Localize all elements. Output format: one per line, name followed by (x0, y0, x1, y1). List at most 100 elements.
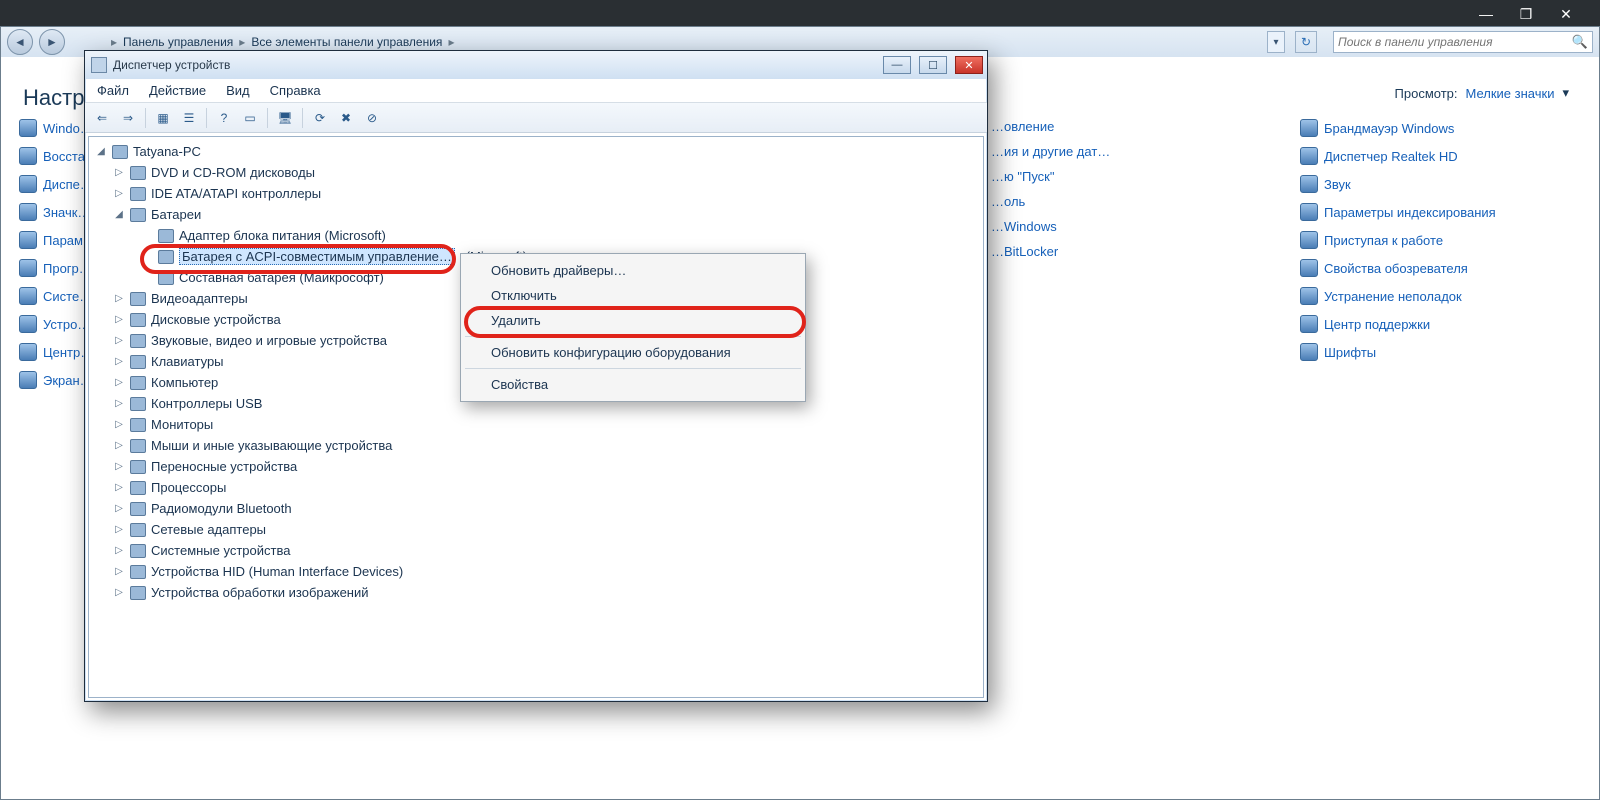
tree-category[interactable]: ▷Устройства обработки изображений (89, 582, 983, 603)
window-title: Диспетчер устройств (113, 58, 230, 72)
parent-minimize-button[interactable]: — (1476, 6, 1496, 22)
cp-item[interactable]: Брандмауэр Windows (1300, 119, 1579, 137)
context-menu: Обновить драйверы… Отключить Удалить Обн… (460, 253, 806, 402)
device-tree[interactable]: ◢Tatyana-PC ▷DVD и CD-ROM дисководы ▷IDE… (88, 136, 984, 698)
disable-icon[interactable]: ⊘ (361, 107, 383, 129)
address-dropdown-button[interactable]: ▾ (1267, 31, 1285, 53)
cp-item[interactable]: Звук (1300, 175, 1579, 193)
nav-back-icon[interactable]: ⇐ (91, 107, 113, 129)
cp-item[interactable]: Устранение неполадок (1300, 287, 1579, 305)
cp-item[interactable]: Параметры индексирования (1300, 203, 1579, 221)
cp-icon (19, 119, 37, 137)
cp-item[interactable]: Шрифты (1300, 343, 1579, 361)
menubar[interactable]: Файл Действие Вид Справка (85, 79, 987, 103)
search-icon: 🔍 (1572, 34, 1588, 50)
cp-icon (1300, 119, 1318, 137)
cp-item[interactable]: Центр поддержки (1300, 315, 1579, 333)
cp-item[interactable]: …ия и другие дат… (991, 144, 1270, 159)
cp-icon (1300, 203, 1318, 221)
computer-icon (129, 375, 147, 391)
uninstall-icon[interactable]: ✖ (335, 107, 357, 129)
cp-item[interactable]: …ю "Пуск" (991, 169, 1270, 184)
cp-item[interactable]: Диспетчер Realtek HD (1300, 147, 1579, 165)
cp-item[interactable]: …Windows (991, 219, 1270, 234)
cp-icon (19, 175, 37, 193)
ctx-separator (465, 368, 801, 369)
cp-item[interactable]: Свойства обозревателя (1300, 259, 1579, 277)
cp-icon (1300, 343, 1318, 361)
sound-icon (129, 333, 147, 349)
cpu-icon (129, 480, 147, 496)
cp-items-mid: …овление …ия и другие дат… …ю "Пуск" …ол… (991, 119, 1270, 361)
cp-icon (1300, 315, 1318, 333)
cp-item[interactable]: …овление (991, 119, 1270, 134)
parent-close-button[interactable]: ✕ (1556, 6, 1576, 22)
parent-restore-button[interactable]: ❐ (1516, 6, 1536, 22)
action-icon[interactable]: ▭ (239, 107, 261, 129)
ctx-disable[interactable]: Отключить (461, 283, 805, 308)
imaging-icon (129, 585, 147, 601)
nav-fwd-button[interactable]: ► (39, 29, 65, 55)
titlebar[interactable]: Диспетчер устройств — ☐ ✕ (85, 51, 987, 79)
cp-icon (1300, 147, 1318, 165)
cp-icon (19, 315, 37, 333)
ctx-separator (465, 336, 801, 337)
tree-category[interactable]: ▷IDE ATA/ATAPI контроллеры (89, 183, 983, 204)
menu-help[interactable]: Справка (270, 83, 321, 98)
scan-hardware-icon[interactable]: 🖥 (274, 107, 296, 129)
menu-view[interactable]: Вид (226, 83, 250, 98)
menu-file[interactable]: Файл (97, 83, 129, 98)
tree-category[interactable]: ▷Переносные устройства (89, 456, 983, 477)
maximize-button[interactable]: ☐ (919, 56, 947, 74)
breadcrumb-item[interactable]: Панель управления (117, 35, 239, 49)
cp-icon (19, 287, 37, 305)
tree-category[interactable]: ▷Системные устройства (89, 540, 983, 561)
nav-back-button[interactable]: ◄ (7, 29, 33, 55)
ctx-properties[interactable]: Свойства (461, 372, 805, 397)
view-label: Просмотр: (1395, 86, 1458, 101)
properties-icon[interactable]: ☰ (178, 107, 200, 129)
tree-category-batteries[interactable]: ◢Батареи (89, 204, 983, 225)
tree-device[interactable]: Адаптер блока питания (Microsoft) (89, 225, 983, 246)
ctx-scan-hardware[interactable]: Обновить конфигурацию оборудования (461, 340, 805, 365)
nav-fwd-icon[interactable]: ⇒ (117, 107, 139, 129)
hid-icon (129, 564, 147, 580)
tree-category[interactable]: ▷Сетевые адаптеры (89, 519, 983, 540)
cp-icon (1300, 231, 1318, 249)
search-input[interactable] (1338, 35, 1572, 49)
cp-item[interactable]: Приступая к работе (1300, 231, 1579, 249)
help-icon[interactable]: ? (213, 107, 235, 129)
app-icon (91, 57, 107, 73)
ctx-update-drivers[interactable]: Обновить драйверы… (461, 258, 805, 283)
tree-category[interactable]: ▷Устройства HID (Human Interface Devices… (89, 561, 983, 582)
ide-icon (129, 186, 147, 202)
tree-category[interactable]: ▷DVD и CD-ROM дисководы (89, 162, 983, 183)
view-selector[interactable]: Просмотр: Мелкие значки ▾ (1395, 85, 1569, 101)
update-driver-icon[interactable]: ⟳ (309, 107, 331, 129)
tree-category[interactable]: ▷Мониторы (89, 414, 983, 435)
battery-icon (129, 207, 147, 223)
close-button[interactable]: ✕ (955, 56, 983, 74)
network-icon (129, 522, 147, 538)
show-hide-tree-icon[interactable]: ▦ (152, 107, 174, 129)
tree-root[interactable]: ◢Tatyana-PC (89, 141, 983, 162)
cp-item[interactable]: …оль (991, 194, 1270, 209)
usb-icon (129, 396, 147, 412)
menu-action[interactable]: Действие (149, 83, 206, 98)
tree-category[interactable]: ▷Процессоры (89, 477, 983, 498)
search-box[interactable]: 🔍 (1333, 31, 1593, 53)
computer-icon (111, 144, 129, 160)
system-icon (129, 543, 147, 559)
refresh-button[interactable]: ↻ (1295, 31, 1317, 53)
tree-category[interactable]: ▷Радиомодули Bluetooth (89, 498, 983, 519)
tree-category[interactable]: ▷Мыши и иные указывающие устройства (89, 435, 983, 456)
chevron-down-icon: ▾ (1562, 85, 1569, 101)
monitor-icon (129, 417, 147, 433)
ctx-delete[interactable]: Удалить (461, 308, 805, 333)
cp-icon (1300, 287, 1318, 305)
breadcrumb-item[interactable]: Все элементы панели управления (245, 35, 448, 49)
view-value[interactable]: Мелкие значки (1466, 86, 1555, 101)
keyboard-icon (129, 354, 147, 370)
cp-item[interactable]: …BitLocker (991, 244, 1270, 259)
minimize-button[interactable]: — (883, 56, 911, 74)
